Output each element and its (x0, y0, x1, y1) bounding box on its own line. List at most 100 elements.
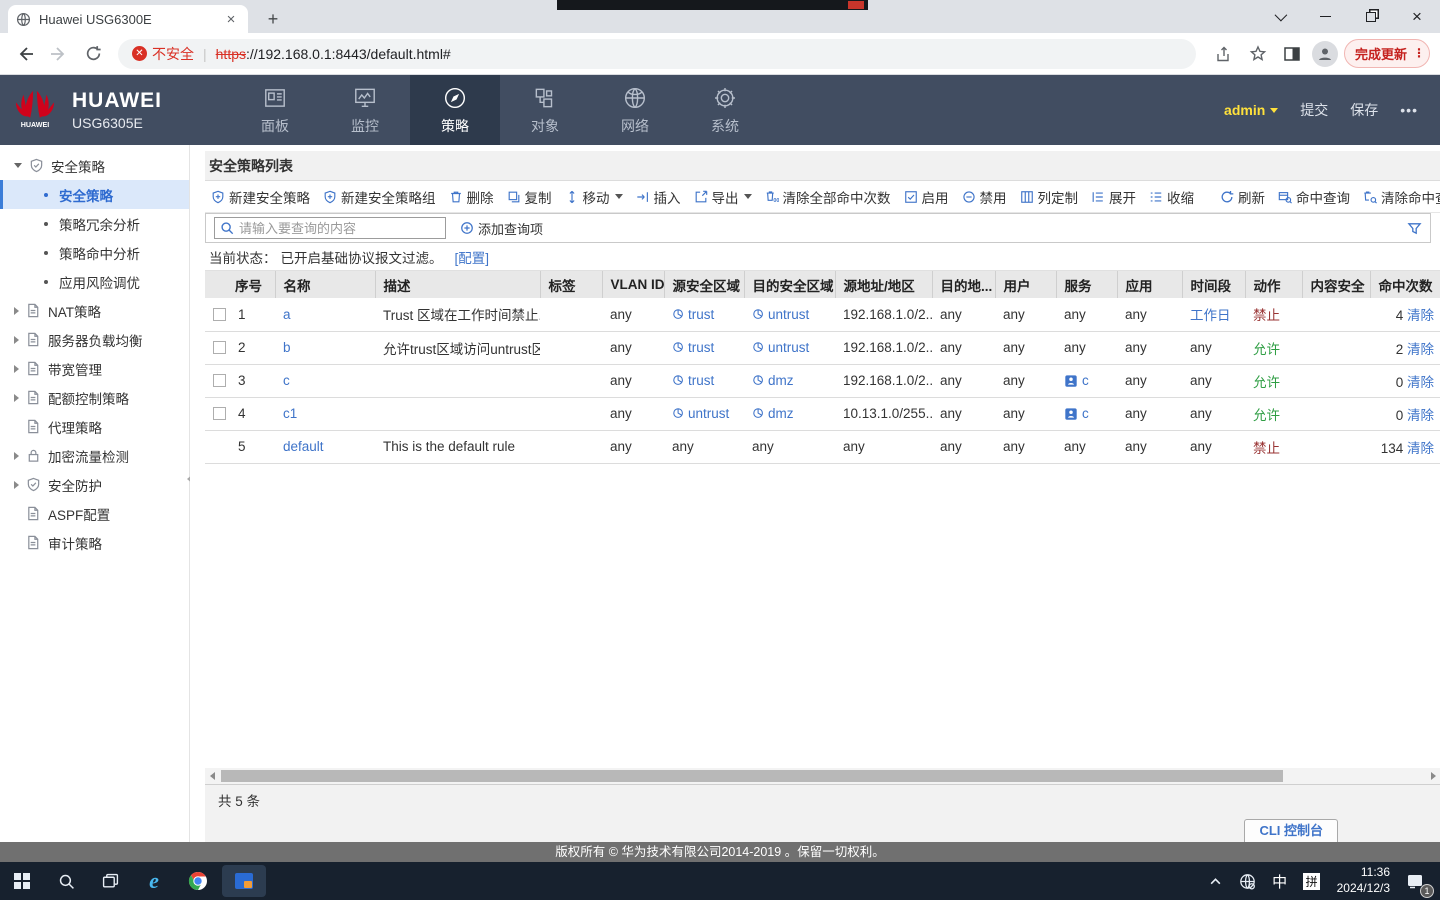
service-link[interactable]: c (1082, 406, 1089, 421)
start-button[interactable] (0, 862, 44, 900)
toolbar-copy-button[interactable]: 复制 (507, 187, 552, 207)
add-query-button[interactable]: 添加查询项 (460, 219, 543, 238)
active-app-icon[interactable] (222, 865, 266, 897)
chrome-icon[interactable] (176, 862, 220, 900)
tab-close-icon[interactable]: × (222, 11, 240, 28)
policy-name-link[interactable]: default (283, 439, 324, 454)
tree-expand-icon[interactable] (14, 307, 19, 315)
sidebar-item-security-policy[interactable]: 安全策略 (0, 151, 189, 180)
sidebar-item-quota[interactable]: 配额控制策略 (0, 383, 189, 412)
sidebar-item-proxy[interactable]: 代理策略 (0, 412, 189, 441)
clear-hits-link[interactable]: 清除 (1407, 408, 1434, 423)
side-panel-icon[interactable] (1278, 40, 1306, 68)
tray-chevron-up-icon[interactable] (1201, 862, 1231, 900)
toolbar-collapse-button[interactable]: 收缩 (1149, 187, 1194, 207)
row-checkbox[interactable] (213, 374, 226, 387)
task-view-icon[interactable] (88, 862, 132, 900)
nav-item-system[interactable]: 系统 (680, 75, 770, 145)
nav-item-network[interactable]: 网络 (590, 75, 680, 145)
toolbar-hit-query-button[interactable]: 命中查询 (1278, 187, 1350, 207)
user-menu[interactable]: admin (1224, 102, 1278, 118)
sidebar-item-bandwidth[interactable]: 带宽管理 (0, 354, 189, 383)
sidebar-item-aspf[interactable]: ASPF配置 (0, 499, 189, 528)
sidebar-item-nat-policy[interactable]: NAT策略 (0, 296, 189, 325)
tree-expand-icon[interactable] (14, 394, 19, 402)
internet-explorer-icon[interactable]: e (132, 862, 176, 900)
profile-avatar[interactable] (1312, 41, 1338, 67)
sidebar-item-encrypted-traffic[interactable]: 加密流量检测 (0, 441, 189, 470)
toolbar-disable-button[interactable]: 禁用 (962, 187, 1007, 207)
clear-hits-link[interactable]: 清除 (1407, 375, 1434, 390)
cli-console-button[interactable]: CLI 控制台 (1244, 819, 1338, 843)
taskbar-search-icon[interactable] (44, 862, 88, 900)
sidebar-item-sub-3[interactable]: 策略命中分析 (0, 238, 189, 267)
zone-link[interactable]: untrust (752, 340, 835, 355)
reload-button[interactable] (78, 39, 108, 69)
tree-expand-icon[interactable] (14, 336, 19, 344)
tree-expand-icon[interactable] (14, 365, 19, 373)
time-range-link[interactable]: 工作日 (1190, 308, 1231, 323)
advanced-filter-icon[interactable] (1407, 221, 1422, 236)
sidebar-item-protection[interactable]: 安全防护 (0, 470, 189, 499)
nav-item-object[interactable]: 对象 (500, 75, 590, 145)
clear-hits-link[interactable]: 清除 (1407, 441, 1434, 456)
policy-name-link[interactable]: c1 (283, 406, 297, 421)
ime-language-indicator[interactable]: 中 (1265, 862, 1295, 900)
clear-hits-link[interactable]: 清除 (1407, 342, 1434, 357)
zone-link[interactable]: untrust (752, 307, 835, 322)
browser-tab[interactable]: Huawei USG6300E × (8, 5, 248, 33)
nav-item-monitor[interactable]: 监控 (320, 75, 410, 145)
zone-link[interactable]: untrust (672, 406, 744, 421)
toolbar-clear-all-hits-button[interactable]: 00清除全部命中次数 (765, 187, 891, 207)
taskbar-clock[interactable]: 11:36 2024/12/3 (1337, 865, 1390, 896)
share-icon[interactable] (1210, 40, 1238, 68)
search-input[interactable] (239, 221, 440, 236)
policy-name-link[interactable]: c (283, 373, 290, 388)
url-omnibox[interactable]: ✕ 不安全 | https://192.168.0.1:8443/default… (118, 39, 1196, 69)
zone-link[interactable]: trust (672, 373, 744, 388)
toolbar-refresh-button[interactable]: 刷新 (1220, 187, 1265, 207)
zone-link[interactable]: dmz (752, 373, 835, 388)
submit-button[interactable]: 提交 (1300, 100, 1328, 120)
toolbar-expand-button[interactable]: 展开 (1091, 187, 1136, 207)
zone-link[interactable]: trust (672, 340, 744, 355)
toolbar-move-button[interactable]: 移动 (565, 187, 623, 207)
row-checkbox[interactable] (213, 407, 226, 420)
sidebar-item-sub-1[interactable]: 安全策略 (0, 180, 189, 209)
zone-link[interactable]: trust (672, 307, 744, 322)
toolbar-shield-plus-button[interactable]: 新建安全策略组 (323, 187, 436, 207)
not-secure-warning[interactable]: ✕ 不安全 (132, 44, 194, 64)
ime-mode-indicator[interactable]: 拼 (1297, 862, 1327, 900)
new-tab-button[interactable]: + (262, 8, 284, 30)
row-checkbox[interactable] (213, 341, 226, 354)
window-restore-button[interactable] (1348, 0, 1394, 33)
toolbar-columns-button[interactable]: 列定制 (1020, 187, 1079, 207)
tree-expand-icon[interactable] (14, 481, 19, 489)
policy-name-link[interactable]: a (283, 307, 291, 322)
toolbar-insert-button[interactable]: 插入 (636, 187, 681, 207)
notification-center-icon[interactable]: 1 (1400, 862, 1430, 900)
window-close-button[interactable]: × (1394, 0, 1440, 33)
back-button[interactable] (10, 39, 40, 69)
status-config-link[interactable]: [配置] (455, 247, 490, 267)
horizontal-scrollbar[interactable] (205, 768, 1440, 784)
search-box[interactable] (214, 217, 446, 239)
zone-link[interactable]: dmz (752, 406, 835, 421)
browser-menu-icon[interactable]: ⋮ (1413, 51, 1419, 56)
network-globe-icon[interactable] (1233, 862, 1263, 900)
header-more-icon[interactable]: ••• (1400, 102, 1418, 118)
sidebar-item-audit[interactable]: 审计策略 (0, 528, 189, 557)
row-checkbox[interactable] (213, 308, 226, 321)
scroll-right-icon[interactable] (1426, 772, 1440, 780)
nav-item-dashboard[interactable]: 面板 (230, 75, 320, 145)
bookmark-star-icon[interactable] (1244, 40, 1272, 68)
save-button[interactable]: 保存 (1350, 100, 1378, 120)
toolbar-clear-hit-query-button[interactable]: 清除命中查询 (1363, 187, 1440, 207)
stop-share-icon[interactable] (848, 1, 864, 9)
toolbar-trash-button[interactable]: 删除 (449, 187, 494, 207)
browser-update-button[interactable]: 完成更新 ⋮ (1344, 39, 1430, 68)
window-dropdown-icon[interactable] (1256, 0, 1302, 33)
sidebar-item-sub-4[interactable]: 应用风险调优 (0, 267, 189, 296)
toolbar-enable-button[interactable]: 启用 (904, 187, 949, 207)
policy-name-link[interactable]: b (283, 340, 291, 355)
